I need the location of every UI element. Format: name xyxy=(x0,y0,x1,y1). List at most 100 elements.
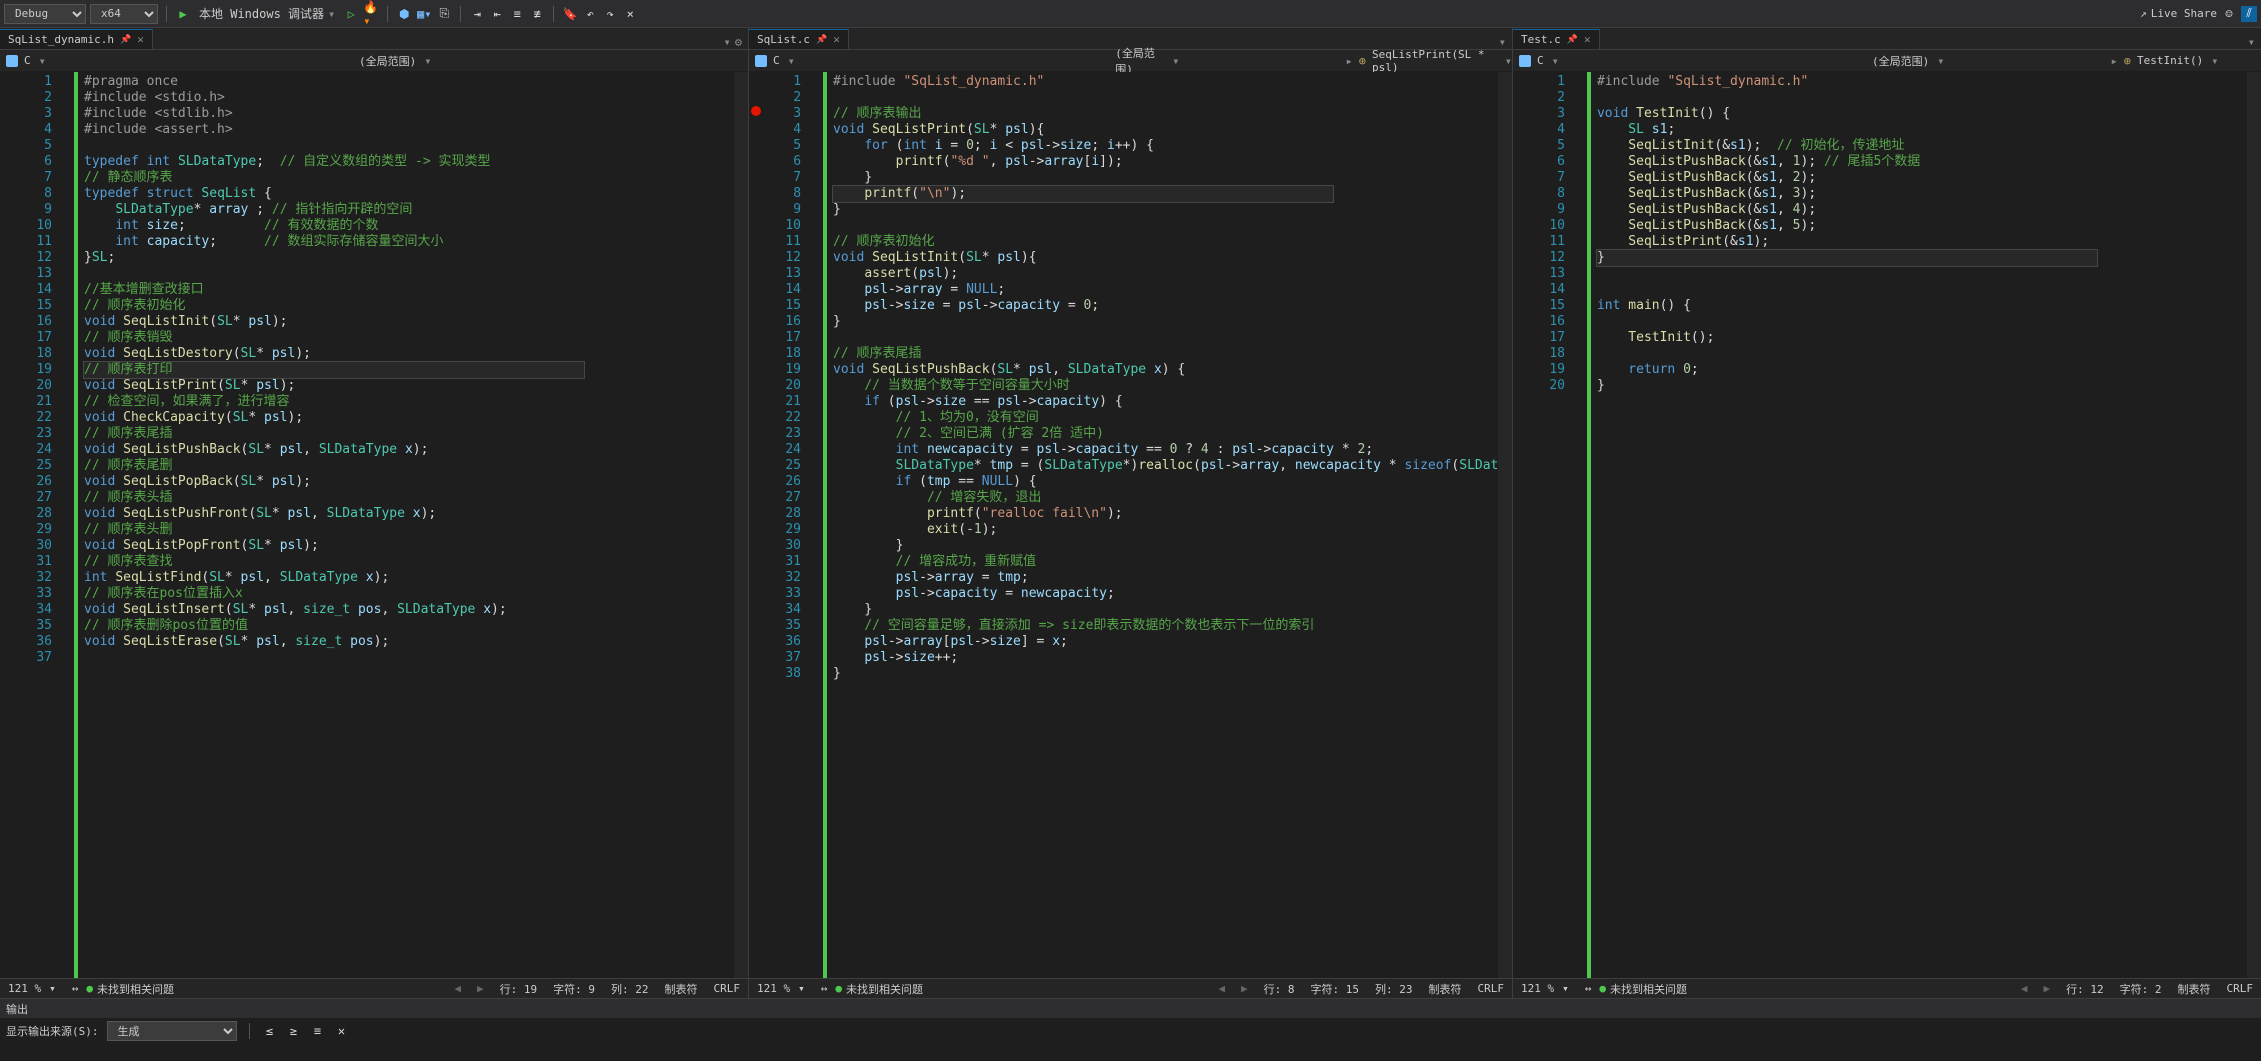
zoom-level[interactable]: 121 % xyxy=(1521,982,1554,995)
breadcrumb-lang[interactable]: C xyxy=(24,54,31,67)
file-tab[interactable]: SqList.c📌✕ xyxy=(749,29,849,49)
scroll-map[interactable] xyxy=(734,72,748,978)
file-tab[interactable]: Test.c📌✕ xyxy=(1513,29,1600,49)
tool-icon-1[interactable]: ⬢ xyxy=(396,6,412,22)
code-line[interactable]: int capacity; // 数组实际存储容量空间大小 xyxy=(84,234,744,250)
code-line[interactable]: void CheckCapacity(SL* psl); xyxy=(84,410,744,426)
code-line[interactable]: void SeqListErase(SL* psl, size_t pos); xyxy=(84,634,744,650)
play-icon[interactable]: ▶ xyxy=(175,6,191,22)
code-line[interactable]: } xyxy=(1597,250,2257,266)
code-line[interactable]: } xyxy=(833,538,1508,554)
code-editor[interactable]: 1234567891011121314151617181920#include … xyxy=(1513,72,2261,978)
zoom-level[interactable]: 121 % xyxy=(757,982,790,995)
output-wrap-icon[interactable]: ≡ xyxy=(310,1023,326,1039)
code-line[interactable]: if (tmp == NULL) { xyxy=(833,474,1508,490)
tab-gear-icon[interactable]: ⚙ xyxy=(735,35,742,49)
code-line[interactable] xyxy=(833,90,1508,106)
code-line[interactable]: // 2、空间已满 (扩容 2倍 适中) xyxy=(833,426,1508,442)
output-prev-icon[interactable]: ≤ xyxy=(262,1023,278,1039)
code-line[interactable]: // 顺序表初始化 xyxy=(833,234,1508,250)
code-line[interactable]: void SeqListPrint(SL* psl); xyxy=(84,378,744,394)
close-icon[interactable]: ✕ xyxy=(1584,33,1591,46)
breadcrumb-scope[interactable]: (全局范围) xyxy=(359,53,416,69)
code-line[interactable]: } xyxy=(833,202,1508,218)
code-line[interactable]: }SL; xyxy=(84,250,744,266)
code-line[interactable]: // 顺序表头插 xyxy=(84,490,744,506)
code-line[interactable]: // 空间容量足够，直接添加 => size即表示数据的个数也表示下一位的索引 xyxy=(833,618,1508,634)
code-line[interactable]: SeqListPushBack(&s1, 4); xyxy=(1597,202,2257,218)
scroll-map[interactable] xyxy=(2247,72,2261,978)
code-line[interactable]: // 顺序表尾插 xyxy=(84,426,744,442)
code-line[interactable]: void TestInit() { xyxy=(1597,106,2257,122)
code-line[interactable]: psl->size++; xyxy=(833,650,1508,666)
code-line[interactable]: printf("%d ", psl->array[i]); xyxy=(833,154,1508,170)
nav-fwd-icon[interactable]: ▶ xyxy=(477,982,484,995)
code-line[interactable]: void SeqListInit(SL* psl); xyxy=(84,314,744,330)
code-line[interactable]: void SeqListDestory(SL* psl); xyxy=(84,346,744,362)
code-line[interactable] xyxy=(84,650,744,666)
code-line[interactable] xyxy=(1597,282,2257,298)
nav-fwd-icon[interactable]: ▶ xyxy=(1241,982,1248,995)
code-line[interactable]: SeqListPushBack(&s1, 5); xyxy=(1597,218,2257,234)
code-line[interactable]: TestInit(); xyxy=(1597,330,2257,346)
breakpoint-margin[interactable] xyxy=(1513,72,1527,978)
code-line[interactable]: #include "SqList_dynamic.h" xyxy=(1597,74,2257,90)
code-line[interactable] xyxy=(1597,90,2257,106)
code-line[interactable]: #include <assert.h> xyxy=(84,122,744,138)
code-line[interactable] xyxy=(1597,266,2257,282)
breadcrumb-func[interactable]: TestInit() xyxy=(2137,54,2203,67)
close-icon[interactable]: ✕ xyxy=(137,33,144,46)
collapse-icon[interactable]: ⫽ xyxy=(2241,6,2257,22)
breadcrumb-scope[interactable]: (全局范围) xyxy=(1872,53,1929,69)
code-line[interactable]: SeqListPrint(&s1); xyxy=(1597,234,2257,250)
code-line[interactable]: // 顺序表查找 xyxy=(84,554,744,570)
comment-icon[interactable]: ≡ xyxy=(509,6,525,22)
code-line[interactable]: int newcapacity = psl->capacity == 0 ? 4… xyxy=(833,442,1508,458)
fold-margin[interactable] xyxy=(60,72,74,978)
code-line[interactable]: int main() { xyxy=(1597,298,2257,314)
code-line[interactable]: // 1、均为0，没有空间 xyxy=(833,410,1508,426)
code-line[interactable] xyxy=(833,218,1508,234)
tab-dropdown-icon[interactable]: ▾ xyxy=(724,35,731,49)
code-line[interactable]: // 顺序表删除pos位置的值 xyxy=(84,618,744,634)
code-line[interactable] xyxy=(84,266,744,282)
code-line[interactable]: for (int i = 0; i < psl->size; i++) { xyxy=(833,138,1508,154)
code-area[interactable]: #include "SqList_dynamic.h"void TestInit… xyxy=(1593,72,2261,978)
code-line[interactable]: int size; // 有效数据的个数 xyxy=(84,218,744,234)
tool-icon-2[interactable]: ▦▾ xyxy=(416,6,432,22)
feedback-icon[interactable]: ☺ xyxy=(2221,6,2237,22)
bookmark-prev-icon[interactable]: ↶ xyxy=(582,6,598,22)
pin-icon[interactable]: 📌 xyxy=(816,35,827,45)
zoom-level[interactable]: 121 % xyxy=(8,982,41,995)
close-icon[interactable]: ✕ xyxy=(833,33,840,46)
code-line[interactable]: #include <stdlib.h> xyxy=(84,106,744,122)
code-line[interactable] xyxy=(1597,346,2257,362)
code-editor[interactable]: 1234567891011121314151617181920212223242… xyxy=(0,72,748,978)
code-line[interactable]: // 静态顺序表 xyxy=(84,170,744,186)
code-line[interactable]: // 增容成功，重新赋值 xyxy=(833,554,1508,570)
pin-icon[interactable]: 📌 xyxy=(120,35,131,45)
code-line[interactable]: exit(-1); xyxy=(833,522,1508,538)
platform-select[interactable]: x64 xyxy=(90,4,158,24)
code-line[interactable]: psl->capacity = newcapacity; xyxy=(833,586,1508,602)
code-line[interactable]: int SeqListFind(SL* psl, SLDataType x); xyxy=(84,570,744,586)
code-line[interactable]: SeqListPushBack(&s1, 2); xyxy=(1597,170,2257,186)
code-line[interactable]: SeqListInit(&s1); // 初始化，传递地址 xyxy=(1597,138,2257,154)
code-line[interactable]: void SeqListPopBack(SL* psl); xyxy=(84,474,744,490)
code-editor[interactable]: 1234567891011121314151617181920212223242… xyxy=(749,72,1512,978)
code-line[interactable]: typedef int SLDataType; // 自定义数组的类型 -> 实… xyxy=(84,154,744,170)
code-line[interactable]: psl->array = NULL; xyxy=(833,282,1508,298)
output-next-icon[interactable]: ≥ xyxy=(286,1023,302,1039)
code-line[interactable]: void SeqListInsert(SL* psl, size_t pos, … xyxy=(84,602,744,618)
code-line[interactable]: // 顺序表打印 xyxy=(84,362,744,378)
breakpoint-margin[interactable] xyxy=(0,72,14,978)
code-line[interactable]: void SeqListPushFront(SL* psl, SLDataTyp… xyxy=(84,506,744,522)
code-line[interactable]: // 当数据个数等于空间容量大小时 xyxy=(833,378,1508,394)
uncomment-icon[interactable]: ≢ xyxy=(529,6,545,22)
code-line[interactable]: // 顺序表尾删 xyxy=(84,458,744,474)
code-line[interactable]: #include <stdio.h> xyxy=(84,90,744,106)
pin-icon[interactable]: 📌 xyxy=(1567,35,1578,45)
code-line[interactable]: // 顺序表输出 xyxy=(833,106,1508,122)
code-line[interactable]: // 顺序表初始化 xyxy=(84,298,744,314)
bookmark-clear-icon[interactable]: ⨯ xyxy=(622,6,638,22)
